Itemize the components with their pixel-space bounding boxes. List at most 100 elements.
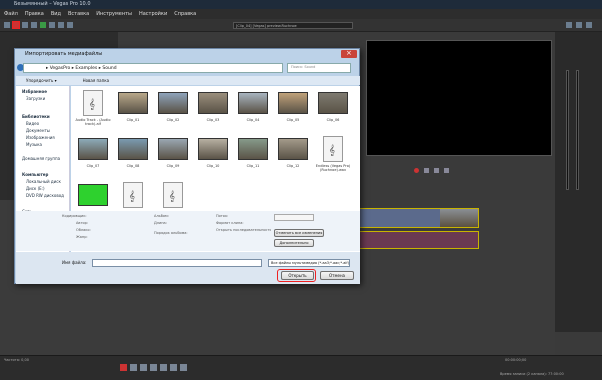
play-button[interactable] — [140, 364, 147, 371]
prop-album: Альбом: — [154, 214, 169, 218]
menu-item[interactable]: Вид — [51, 9, 61, 19]
loop-button[interactable] — [130, 364, 137, 371]
nav-downloads[interactable]: Загрузки — [26, 96, 45, 101]
organize-button[interactable]: Упорядочить ▾ — [26, 76, 57, 85]
video-thumbnail[interactable] — [198, 92, 228, 114]
go-end-button[interactable] — [180, 364, 187, 371]
video-thumbnail[interactable] — [78, 138, 108, 160]
video-thumbnail[interactable] — [278, 138, 308, 160]
pause-icon[interactable] — [434, 168, 439, 173]
audio-event[interactable] — [353, 231, 479, 249]
video-thumbnail[interactable] — [238, 92, 268, 114]
open-button-highlight — [277, 269, 316, 282]
split-screen-icon[interactable] — [576, 22, 582, 28]
command-bar: Упорядочить ▾ Новая папка — [16, 76, 360, 85]
save-icon[interactable] — [22, 22, 28, 28]
nav-local-disk[interactable]: Локальный диск — [26, 179, 61, 184]
video-thumbnail[interactable] — [238, 138, 268, 160]
menu-item[interactable]: Справка — [174, 9, 196, 19]
file-label: Clip_10 — [206, 164, 220, 168]
pause-button[interactable] — [150, 364, 157, 371]
undo-icon[interactable] — [40, 22, 46, 28]
file-label: Clip_06 — [326, 118, 340, 122]
filetype-select[interactable]: Все файлы мультимедиа (*.aa3;*.aac;*.aif… — [268, 259, 350, 267]
nav-video[interactable]: Видео — [26, 121, 39, 126]
prop-stream: Поток: — [216, 214, 229, 218]
nav-dvd[interactable]: DVD RW дисковод — [26, 193, 64, 198]
stop-icon[interactable] — [444, 168, 449, 173]
menu-item[interactable]: Вставка — [68, 9, 89, 19]
nav-images[interactable]: Изображения — [26, 135, 55, 140]
menu-item[interactable]: Файл — [4, 9, 18, 19]
audio-meters — [562, 60, 592, 190]
music-note-icon: 𝄞 — [129, 191, 135, 202]
file-label: Clip_03 — [206, 118, 220, 122]
copy-icon[interactable] — [67, 22, 73, 28]
video-thumbnail[interactable] — [118, 92, 148, 114]
preview-quality-dropdown[interactable]: [Clip_04] [Vegas] preview.Ruchnoe — [233, 22, 353, 29]
audio-file-icon[interactable]: 𝄞 — [123, 182, 143, 208]
menu-item[interactable]: Настройки — [139, 9, 167, 19]
video-thumbnail[interactable] — [198, 138, 228, 160]
meter-left — [566, 70, 569, 190]
nav-disk-e[interactable]: Диск (E:) — [26, 186, 45, 191]
file-label: Clip_07 — [86, 164, 100, 168]
menu-item[interactable]: Правка — [25, 9, 44, 19]
record-icon[interactable] — [414, 168, 419, 173]
filename-input[interactable] — [92, 259, 262, 267]
prop-stream-field[interactable] — [274, 214, 314, 221]
music-note-icon: 𝄞 — [169, 191, 175, 202]
menu-item[interactable]: Инструменты — [96, 9, 132, 19]
file-label: Endless (Vegas Pro) (Ruchnoe).wav — [315, 164, 351, 172]
video-thumbnail-green[interactable] — [78, 184, 108, 206]
video-thumbnail[interactable] — [158, 92, 188, 114]
prop-clip-format: Формат клипа: — [216, 221, 244, 225]
record-button[interactable] — [120, 364, 127, 371]
new-project-icon[interactable] — [4, 22, 10, 28]
cancel-button[interactable]: Отмена — [320, 271, 354, 280]
revert-button[interactable]: Отменить все изменения — [274, 229, 324, 237]
nav-homegroup[interactable]: Домашняя группа — [22, 156, 60, 161]
nav-documents[interactable]: Документы — [26, 128, 50, 133]
new-folder-button[interactable]: Новая папка — [83, 76, 110, 85]
advanced-button[interactable]: Дополнительно — [274, 239, 314, 247]
timecode: 00:00:00;00 — [505, 358, 527, 362]
video-thumbnail[interactable] — [318, 92, 348, 114]
import-media-icon[interactable] — [12, 21, 20, 29]
image-sequence-checkbox[interactable]: Открыть последовательность изображений — [216, 228, 271, 232]
cut-icon[interactable] — [58, 22, 64, 28]
audio-file-icon[interactable]: 𝄞 — [83, 90, 103, 116]
nav-music[interactable]: Музыка — [26, 142, 42, 147]
status-bar: Частота: 0,00 00:00:00;00 Время записи (… — [0, 355, 602, 380]
file-label: Clip_09 — [166, 164, 180, 168]
file-label: Clip_04 — [246, 118, 260, 122]
file-label: Clip_08 — [126, 164, 140, 168]
render-icon[interactable] — [31, 22, 37, 28]
stop-button[interactable] — [160, 364, 167, 371]
audio-file-icon[interactable]: 𝄞 — [323, 136, 343, 162]
video-thumbnail[interactable] — [278, 92, 308, 114]
preview-settings-icon[interactable] — [566, 22, 572, 28]
nav-libraries[interactable]: Библиотеки — [22, 114, 50, 119]
address-bar[interactable]: ▸ VegasPro ▸ Examples ▸ Sound — [23, 63, 283, 73]
video-thumbnail[interactable] — [158, 138, 188, 160]
app-title: Безымянный – Vegas Pro 10.0 — [14, 1, 91, 7]
dialog-title: Импортировать медиафайлы — [25, 51, 103, 57]
file-label: Clip_12 — [286, 164, 300, 168]
audio-file-icon[interactable]: 𝄞 — [163, 182, 183, 208]
nav-computer[interactable]: Компьютер — [22, 172, 48, 177]
search-input[interactable]: Поиск: Sound — [287, 63, 351, 73]
nav-favorites[interactable]: Избранное — [22, 89, 47, 94]
status-right: Время записи (2 канала): 77:00:00 — [500, 372, 564, 376]
go-start-button[interactable] — [170, 364, 177, 371]
prop-cloud: Облако: — [76, 228, 91, 232]
video-thumbnail[interactable] — [118, 138, 148, 160]
file-properties-panel: Кодировщик: Автор: Облако: Жанр: Альбом:… — [16, 211, 360, 251]
close-button[interactable]: × — [341, 49, 357, 58]
prop-album-order: Порядок альбома: — [154, 231, 188, 235]
overlay-icon[interactable] — [586, 22, 592, 28]
import-media-dialog: Импортировать медиафайлы × ▸ VegasPro ▸ … — [14, 48, 360, 284]
redo-icon[interactable] — [49, 22, 55, 28]
music-note-icon: 𝄞 — [89, 99, 95, 110]
play-icon[interactable] — [424, 168, 429, 173]
